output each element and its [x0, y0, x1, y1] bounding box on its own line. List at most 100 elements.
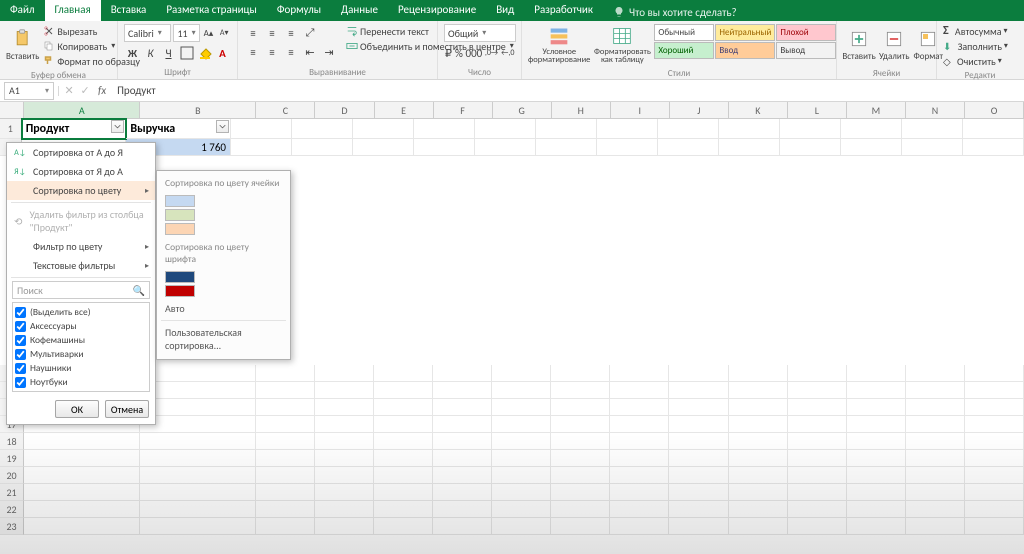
font-color-button[interactable]: A	[214, 44, 231, 62]
cell-empty[interactable]	[315, 467, 374, 484]
cell-empty[interactable]	[965, 467, 1024, 484]
underline-button[interactable]: Ч	[160, 44, 177, 62]
row-header-23[interactable]: 23	[0, 518, 24, 535]
cell-empty[interactable]	[492, 450, 551, 467]
cell-empty[interactable]	[315, 484, 374, 501]
cell-empty[interactable]	[906, 450, 965, 467]
cell-empty[interactable]	[780, 119, 841, 139]
cell-empty[interactable]	[658, 139, 719, 156]
cell-empty[interactable]	[965, 365, 1024, 382]
filter-ok-button[interactable]: ОК	[55, 400, 99, 418]
cell-empty[interactable]	[841, 139, 902, 156]
cell-A1[interactable]: Продукт	[22, 119, 127, 139]
cell-empty[interactable]	[551, 382, 610, 399]
tab-data[interactable]: Данные	[331, 0, 388, 21]
cell-empty[interactable]	[788, 484, 847, 501]
cell-empty[interactable]	[610, 365, 669, 382]
filter-value-item[interactable]: Наушники	[15, 361, 147, 375]
cell-empty[interactable]	[965, 382, 1024, 399]
row-header-20[interactable]: 20	[0, 467, 24, 484]
cell-empty[interactable]	[315, 501, 374, 518]
cell-empty[interactable]	[374, 484, 433, 501]
cell-empty[interactable]	[906, 467, 965, 484]
tab-view[interactable]: Вид	[486, 0, 524, 21]
select-all-corner[interactable]	[0, 102, 24, 118]
cell-empty[interactable]	[492, 365, 551, 382]
clear-button[interactable]: ◇ Очистить▾	[943, 54, 1008, 68]
cell-empty[interactable]	[475, 139, 536, 156]
cell-empty[interactable]	[906, 399, 965, 416]
col-header-I[interactable]: I	[611, 102, 670, 118]
cell-empty[interactable]	[256, 433, 315, 450]
style-input[interactable]: Ввод	[715, 42, 775, 59]
bold-button[interactable]: Ж	[124, 44, 141, 62]
cell-empty[interactable]	[374, 501, 433, 518]
col-header-B[interactable]: B	[140, 102, 256, 118]
cell-empty[interactable]	[315, 450, 374, 467]
filter-by-color-item[interactable]: Фильтр по цвету▸	[7, 237, 155, 256]
cell-empty[interactable]	[965, 501, 1024, 518]
tab-review[interactable]: Рецензирование	[388, 0, 486, 21]
style-bad[interactable]: Плохой	[776, 24, 836, 41]
cell-empty[interactable]	[965, 450, 1024, 467]
cell-empty[interactable]	[729, 365, 788, 382]
cell-empty[interactable]	[433, 501, 492, 518]
cell-empty[interactable]	[231, 139, 292, 156]
cell-empty[interactable]	[231, 119, 292, 139]
row-header-1[interactable]: 1	[0, 119, 22, 139]
cell-empty[interactable]	[729, 484, 788, 501]
cell-empty[interactable]	[256, 484, 315, 501]
cell-empty[interactable]	[551, 450, 610, 467]
filter-value-item[interactable]: Мультиварки	[15, 347, 147, 361]
col-header-M[interactable]: M	[847, 102, 906, 118]
italic-button[interactable]: К	[142, 44, 159, 62]
col-header-L[interactable]: L	[788, 102, 847, 118]
align-right-button[interactable]: ≡	[282, 43, 300, 61]
filter-value-item[interactable]: Кофемашины	[15, 333, 147, 347]
cell-empty[interactable]	[729, 450, 788, 467]
cell-empty[interactable]	[847, 399, 906, 416]
tab-formulas[interactable]: Формулы	[267, 0, 331, 21]
font-size-combo[interactable]: 11▾	[173, 24, 199, 42]
filter-button-A[interactable]	[111, 120, 124, 133]
cell-empty[interactable]	[788, 382, 847, 399]
col-header-N[interactable]: N	[906, 102, 965, 118]
align-top-button[interactable]: ≡	[244, 24, 262, 42]
cell-empty[interactable]	[788, 467, 847, 484]
cell-empty[interactable]	[788, 501, 847, 518]
cell-empty[interactable]	[140, 365, 256, 382]
col-header-H[interactable]: H	[552, 102, 611, 118]
cell-empty[interactable]	[965, 518, 1024, 535]
cell-empty[interactable]	[729, 433, 788, 450]
cell-empty[interactable]	[551, 399, 610, 416]
cell-empty[interactable]	[315, 399, 374, 416]
cell-empty[interactable]	[256, 450, 315, 467]
cell-empty[interactable]	[374, 399, 433, 416]
cell-empty[interactable]	[610, 518, 669, 535]
format-as-table-button[interactable]: Форматировать как таблицу	[594, 24, 650, 66]
cell-empty[interactable]	[374, 416, 433, 433]
percent-button[interactable]: %	[454, 44, 464, 62]
cell-empty[interactable]	[597, 139, 658, 156]
shrink-font-button[interactable]: A▾	[217, 24, 231, 42]
cell-empty[interactable]	[256, 399, 315, 416]
cell-empty[interactable]	[658, 119, 719, 139]
cell-empty[interactable]	[492, 484, 551, 501]
cell-empty[interactable]	[433, 518, 492, 535]
cell-empty[interactable]	[847, 484, 906, 501]
paste-button[interactable]: Вставить	[6, 24, 39, 66]
col-header-D[interactable]: D	[315, 102, 374, 118]
cell-empty[interactable]	[140, 450, 256, 467]
cell-empty[interactable]	[433, 433, 492, 450]
tell-me[interactable]: Что вы хотите сделать?	[603, 0, 747, 21]
cell-empty[interactable]	[669, 365, 728, 382]
cell-empty[interactable]	[669, 416, 728, 433]
cell-empty[interactable]	[847, 518, 906, 535]
cell-empty[interactable]	[788, 416, 847, 433]
orientation-button[interactable]: ⤢	[301, 24, 319, 42]
cell-empty[interactable]	[315, 416, 374, 433]
cell-empty[interactable]	[292, 139, 353, 156]
name-box[interactable]: A1▾	[4, 82, 54, 100]
cell-empty[interactable]	[610, 416, 669, 433]
filter-value-checkbox[interactable]	[15, 391, 26, 393]
